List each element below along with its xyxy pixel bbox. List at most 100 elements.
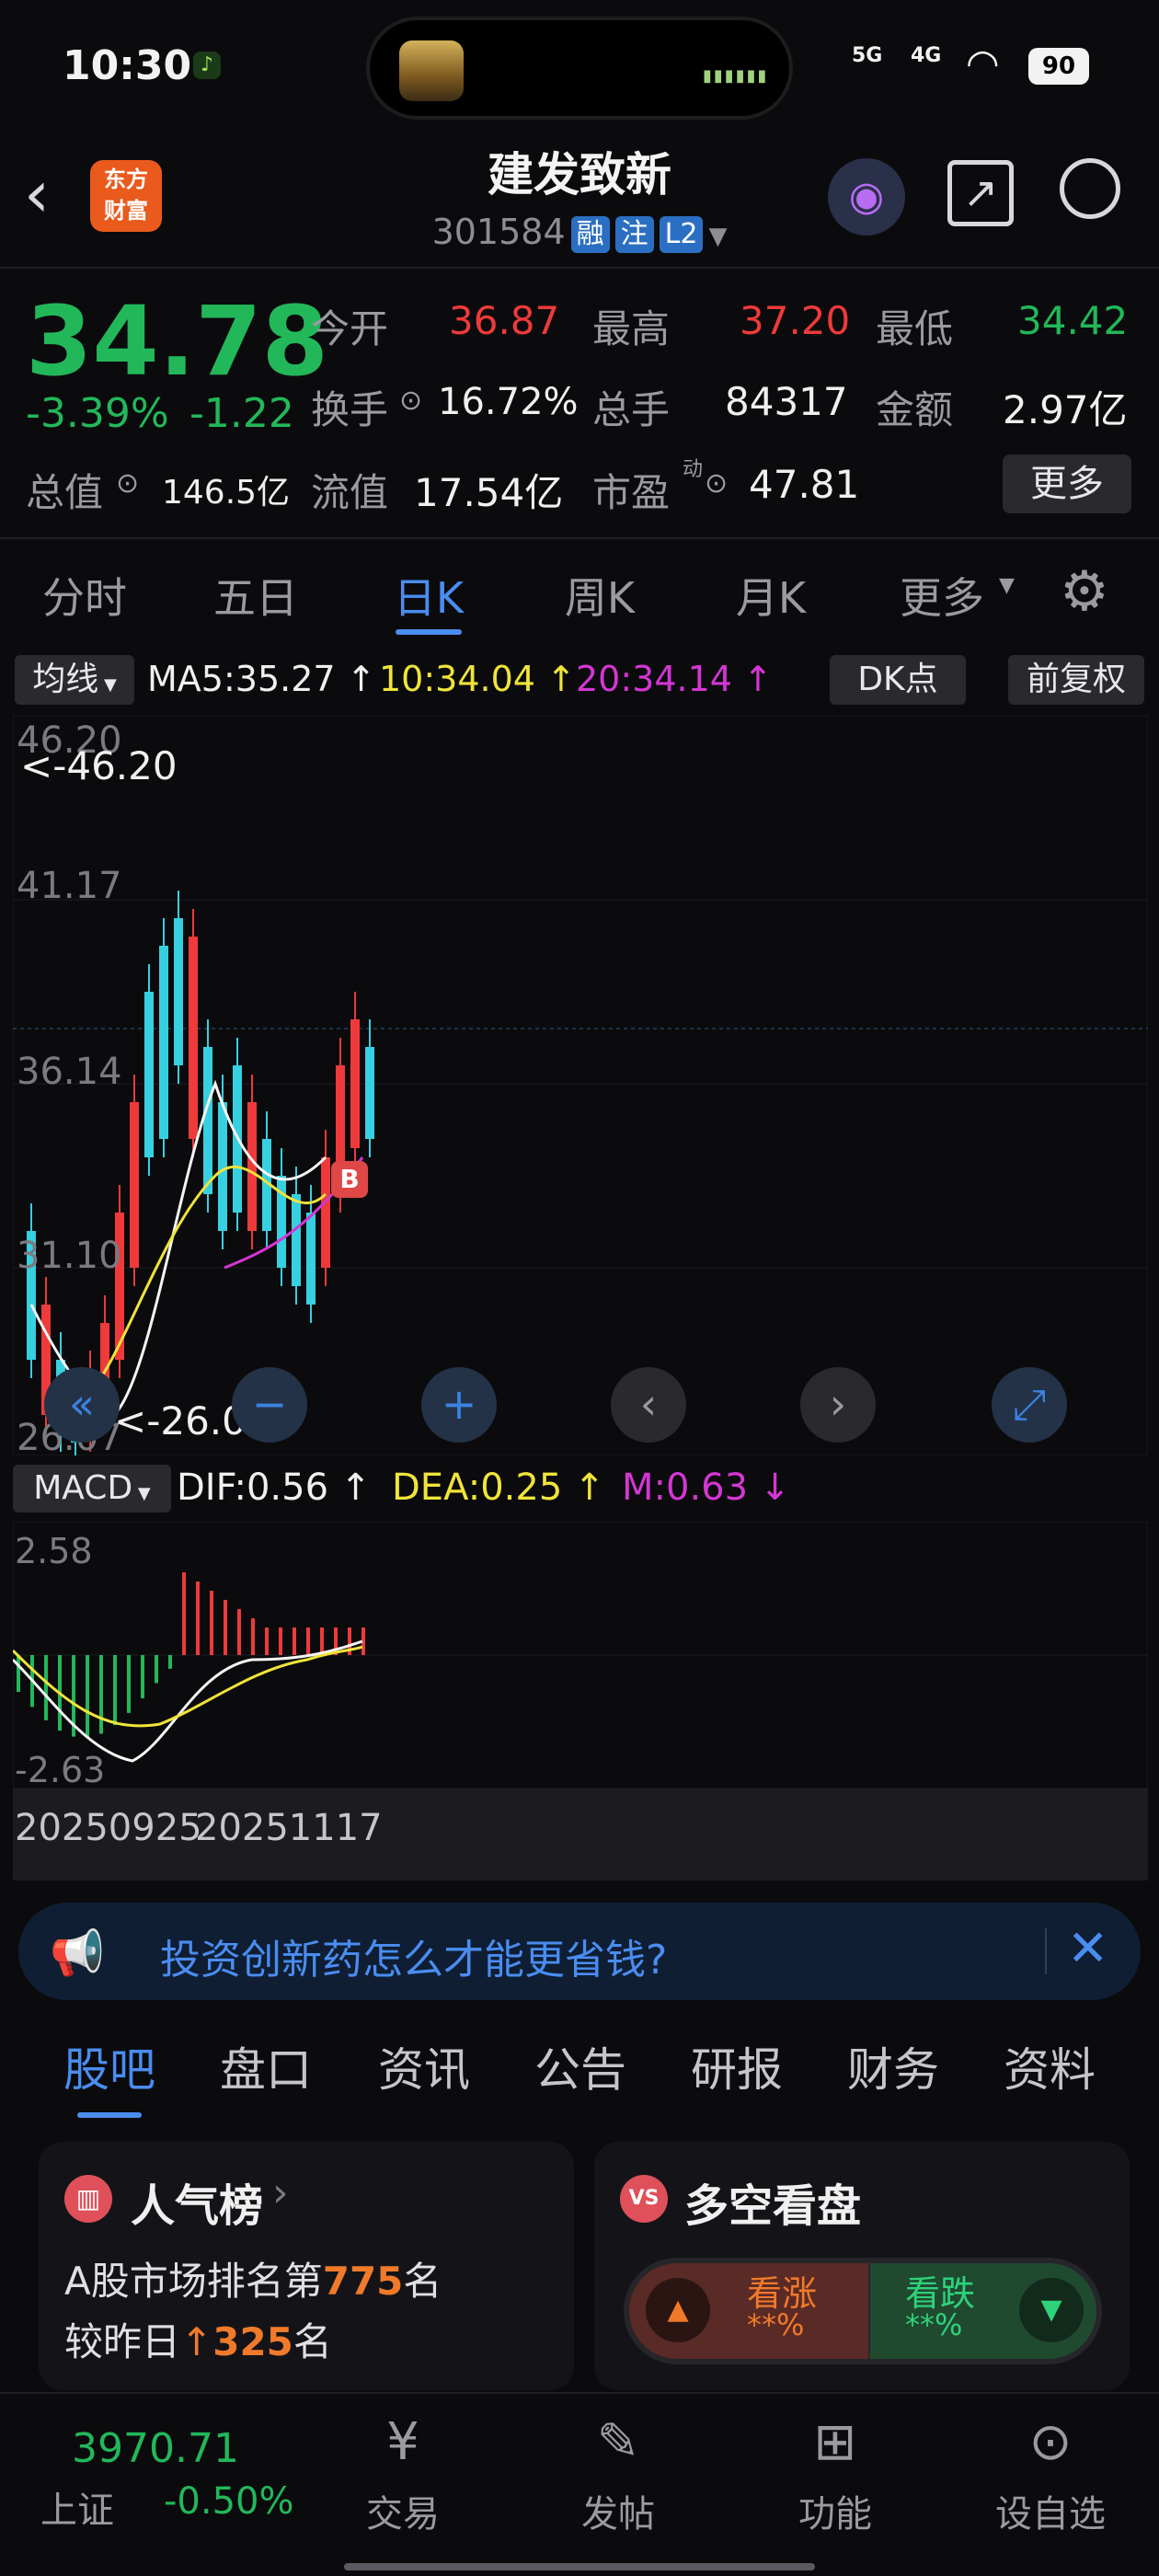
ma-selector[interactable]: 均线 ▼ <box>15 655 134 705</box>
wifi-icon: ◠ <box>966 40 1000 86</box>
signal-5g-label: 5G <box>852 44 883 67</box>
delta-value: 325 <box>212 2319 293 2364</box>
candle-body <box>189 937 198 1139</box>
tab-pankou[interactable]: 盘口 <box>197 2033 335 2099</box>
candle-body <box>144 992 154 1157</box>
fullscreen-icon[interactable]: ⤢ <box>992 1367 1067 1443</box>
card-title: 人气榜 <box>131 2180 264 2232</box>
trade-icon[interactable]: ¥ <box>320 2412 486 2472</box>
popularity-card[interactable]: ▥ 人气榜 › A股市场排名第775名 较昨日↑325名 <box>39 2142 574 2390</box>
dynamic-island[interactable]: ▮▮▮▮▮▮ <box>366 17 793 120</box>
float-value: 17.54亿 <box>414 470 564 515</box>
tab-finance[interactable]: 财务 <box>824 2033 962 2099</box>
rank-line: A股市场排名第775名 <box>64 2250 442 2306</box>
stock-code: 301584 <box>431 212 566 252</box>
indicator-label: MACD <box>33 1469 133 1507</box>
amount-label: 金额 <box>876 387 954 432</box>
settings-gear-icon[interactable]: ⚙ <box>1060 559 1109 624</box>
volume-value: 84317 <box>725 379 848 424</box>
nav-add-watchlist[interactable]: 设自选 <box>968 2484 1133 2537</box>
nav-post[interactable]: 发帖 <box>535 2484 701 2537</box>
tab-intraday[interactable]: 分时 <box>11 565 158 626</box>
index-name: 上证 <box>40 2490 114 2532</box>
ma20-value: 20:34.14 ↑ <box>576 659 773 699</box>
chevron-down-icon[interactable]: ▼ <box>708 223 727 250</box>
adjust-mode-button[interactable]: 前复权 <box>1008 655 1144 705</box>
nav-trade[interactable]: 交易 <box>320 2484 486 2537</box>
dea-value: DEA:0.25 ↑ <box>392 1466 605 1509</box>
open-label: 今开 <box>311 306 389 351</box>
tab-news[interactable]: 资讯 <box>355 2033 493 2099</box>
candle-body <box>218 1102 227 1231</box>
pe-value: 47.81 <box>749 462 860 507</box>
chevron-right-icon[interactable]: › <box>800 1367 876 1443</box>
active-tab-indicator <box>77 2112 142 2118</box>
candle-body <box>321 1157 330 1268</box>
info-icon[interactable]: ⊙ <box>116 467 139 500</box>
indicator-selector[interactable]: MACD ▼ <box>13 1465 171 1512</box>
rewind-icon[interactable]: « <box>44 1367 120 1443</box>
current-price: 34.78 <box>26 285 328 397</box>
robot-assistant-icon[interactable]: ◉ <box>828 158 905 236</box>
nav-functions[interactable]: 功能 <box>752 2484 918 2537</box>
tab-research[interactable]: 研报 <box>668 2033 806 2099</box>
candle-body <box>350 1019 360 1148</box>
date-label-end: 20251117 <box>195 1807 383 1849</box>
candle-body <box>306 1213 316 1305</box>
more-button[interactable]: 更多 <box>1003 454 1131 513</box>
dk-point-button[interactable]: DK点 <box>830 655 966 705</box>
dif-value: DIF:0.56 ↑ <box>177 1466 372 1509</box>
mktcap-label: 总值 <box>26 470 104 515</box>
low-value: 34.42 <box>1017 298 1129 343</box>
search-icon[interactable] <box>1060 158 1120 219</box>
high-marker: <-46.20 <box>20 743 178 788</box>
candlestick-chart[interactable] <box>13 716 1148 1455</box>
up-percent: **% <box>747 2307 805 2342</box>
tab-profile[interactable]: 资料 <box>981 2033 1119 2099</box>
more-dots-icon[interactable]: ⊙ <box>968 2412 1133 2472</box>
delta-unit: 名 <box>293 2319 332 2364</box>
active-tab-indicator <box>396 629 462 635</box>
edit-post-icon[interactable]: ✎ <box>535 2412 701 2472</box>
zoom-in-icon[interactable]: + <box>421 1367 497 1443</box>
zoom-out-icon[interactable]: − <box>232 1367 307 1443</box>
tag-register[interactable]: 注 <box>614 215 654 253</box>
chevron-left-icon[interactable]: ‹ <box>611 1367 686 1443</box>
card-title: 多空看盘 <box>684 2180 862 2232</box>
grid-icon[interactable]: ⊞ <box>752 2412 918 2472</box>
candle-body <box>247 1102 257 1231</box>
tab-guba[interactable]: 股吧 <box>40 2033 178 2099</box>
tab-daily-k[interactable]: 日K <box>355 565 502 626</box>
down-percent: **% <box>905 2307 963 2342</box>
share-icon[interactable]: ↗ <box>947 160 1014 226</box>
macd-chart[interactable] <box>13 1522 1148 1788</box>
tab-5day[interactable]: 五日 <box>182 565 329 626</box>
banner-text: 投资创新药怎么才能更省钱? <box>160 1937 668 1984</box>
triangle-up-icon: ▲ <box>646 2278 710 2342</box>
change-amount: -1.22 <box>189 390 294 437</box>
chevron-down-icon: ▼ <box>999 574 1015 597</box>
info-tabs: 股吧 盘口 资讯 公告 研报 财务 资料 <box>0 2033 1159 2125</box>
candle-body <box>203 1047 212 1194</box>
ma10-value: 10:34.04 ↑ <box>379 659 576 699</box>
tab-weekly-k[interactable]: 周K <box>526 565 673 626</box>
axis-tick-3: 36.14 <box>17 1051 122 1093</box>
high-label: 最高 <box>592 306 671 351</box>
tag-l2[interactable]: L2 <box>659 215 704 253</box>
bull-bear-card[interactable]: VS 多空看盘 ▲ 看涨 **% 看跌 **% ▼ <box>594 2142 1130 2390</box>
tab-more[interactable]: 更多 <box>868 565 1016 626</box>
m-value: M:0.63 ↓ <box>622 1466 791 1509</box>
index-value[interactable]: 3970.71 <box>72 2425 239 2472</box>
amount-value: 2.97亿 <box>1003 387 1128 432</box>
info-icon[interactable]: ⊙ <box>705 467 728 500</box>
tab-monthly-k[interactable]: 月K <box>697 565 844 626</box>
tag-margin[interactable]: 融 <box>570 215 610 253</box>
turnover-value: 16.72% <box>438 381 579 423</box>
home-indicator <box>344 2563 815 2570</box>
promo-banner[interactable]: 📢 投资创新药怎么才能更省钱? ✕ <box>18 1903 1141 2000</box>
close-icon[interactable]: ✕ <box>1067 1919 1108 1977</box>
info-icon[interactable]: ⊙ <box>399 385 422 417</box>
tab-announce[interactable]: 公告 <box>511 2033 649 2099</box>
buy-signal-marker[interactable]: B <box>331 1161 368 1198</box>
pe-label: 市盈 <box>592 470 671 515</box>
